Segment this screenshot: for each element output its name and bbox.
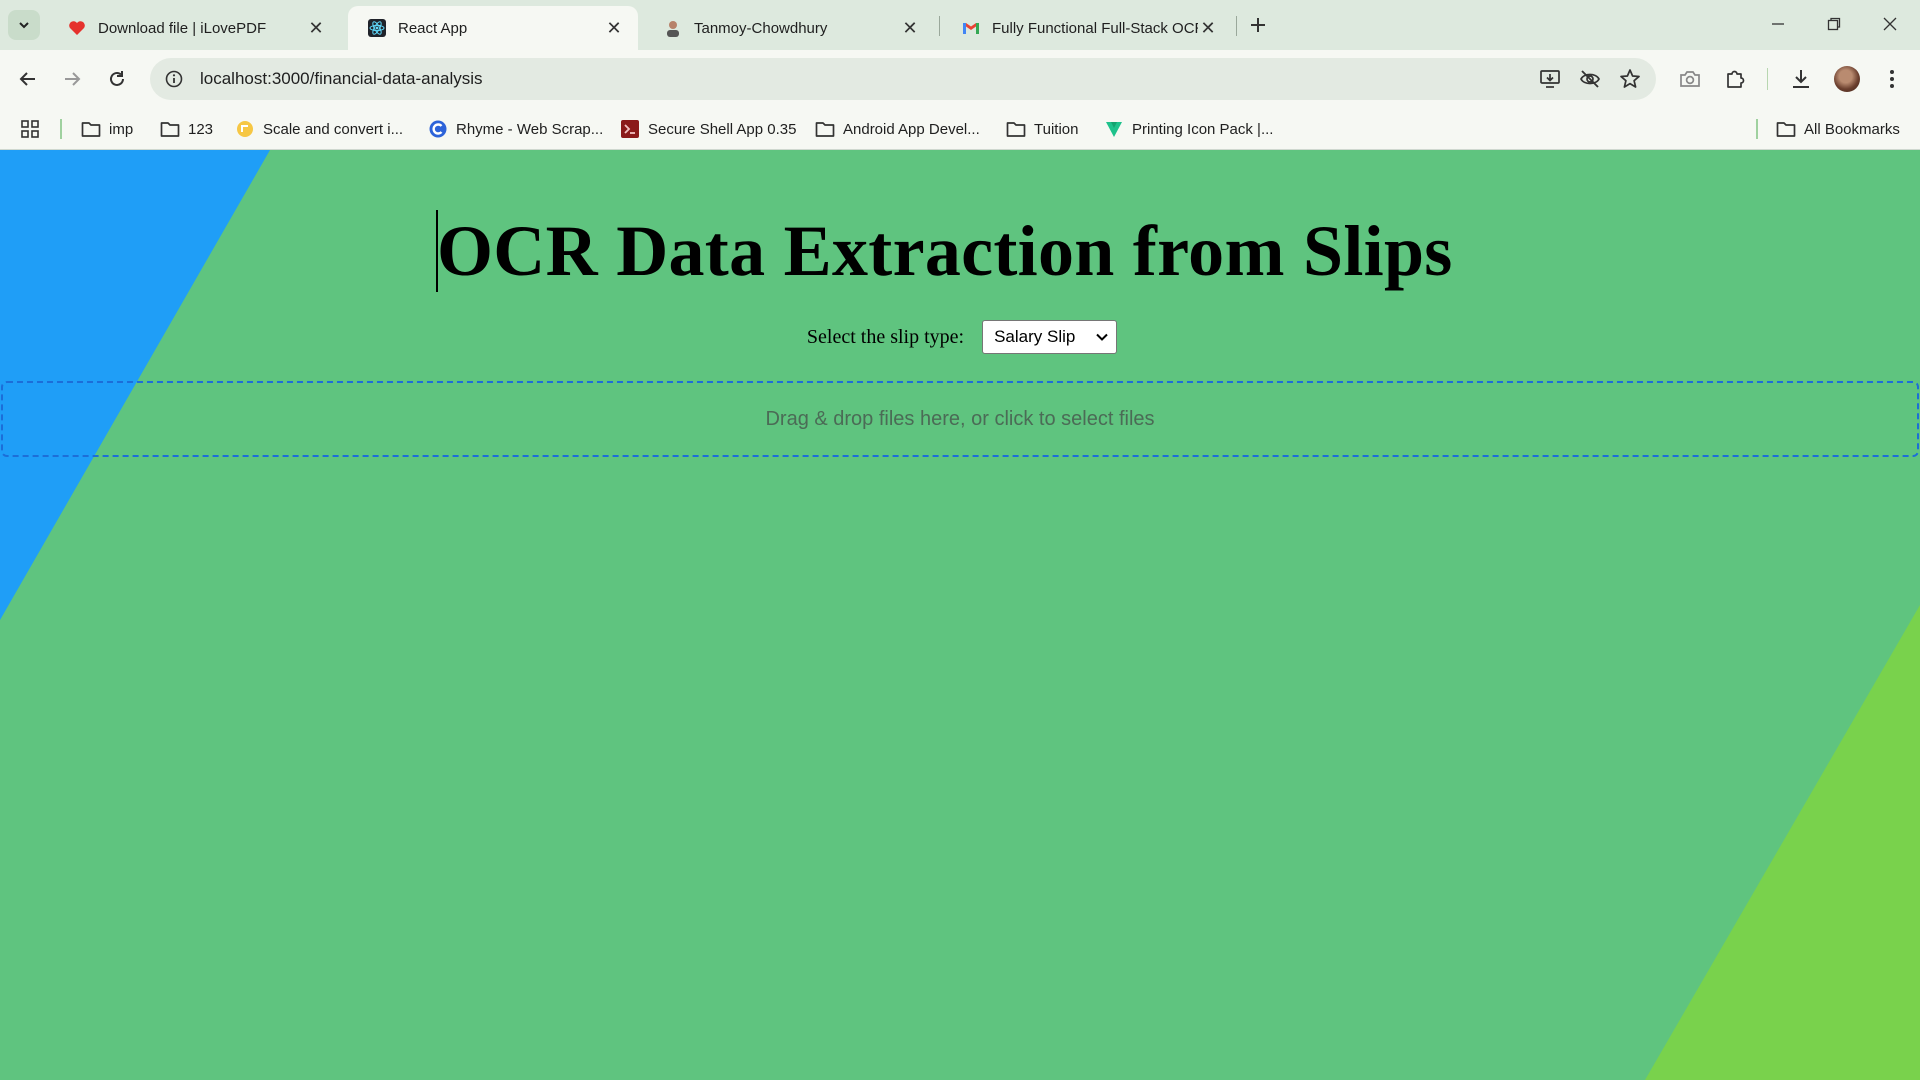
- forward-button[interactable]: [56, 63, 88, 95]
- tab-separator: [1236, 16, 1237, 36]
- star-icon[interactable]: [1618, 67, 1642, 91]
- chevron-down-icon: [19, 22, 29, 29]
- camera-button[interactable]: [1674, 63, 1706, 95]
- puzzle-icon: [1727, 70, 1745, 88]
- heart-icon: [68, 19, 86, 37]
- tab-separator: [939, 16, 940, 36]
- bookmark-label: Android App Devel...: [843, 120, 980, 138]
- kebab-menu-icon: [1890, 70, 1894, 88]
- extensions-button[interactable]: [1719, 63, 1751, 95]
- back-button[interactable]: [12, 63, 44, 95]
- navigation-toolbar: localhost:3000/financial-data-analysis: [0, 50, 1920, 108]
- profile-avatar[interactable]: [1834, 66, 1860, 92]
- url-text[interactable]: localhost:3000/financial-data-analysis: [200, 69, 483, 89]
- bookmark-separator: [60, 119, 62, 139]
- close-icon[interactable]: ✕: [604, 18, 624, 38]
- react-icon: [368, 19, 386, 37]
- minimize-button[interactable]: [1750, 8, 1806, 40]
- arrow-left-icon: [19, 72, 35, 86]
- terminal-icon: [620, 119, 640, 139]
- restore-icon: [1827, 17, 1841, 31]
- folder-icon: [815, 119, 835, 139]
- all-bookmarks-button[interactable]: All Bookmarks: [1776, 117, 1900, 141]
- tab-react-app[interactable]: React App ✕: [348, 6, 638, 50]
- folder-icon: [1776, 119, 1796, 139]
- menu-button[interactable]: [1876, 63, 1908, 95]
- tab-title: Tanmoy-Chowdhury: [694, 19, 828, 37]
- avatar-icon: [664, 19, 682, 37]
- chevron-down-icon: [1096, 333, 1108, 341]
- scale-icon: [235, 119, 255, 139]
- folder-icon: [81, 119, 101, 139]
- apps-button[interactable]: [20, 117, 48, 141]
- tab-ilovepdf[interactable]: Download file | iLovePDF ✕: [48, 6, 340, 50]
- bookmark-label: Scale and convert i...: [263, 120, 404, 138]
- plus-icon: [1251, 18, 1265, 32]
- tab-title: Download file | iLovePDF: [98, 19, 267, 37]
- tab-title: Fully Functional Full-Stack OCR: [992, 19, 1198, 37]
- bookmark-label: Rhyme - Web Scrap...: [456, 120, 604, 138]
- close-window-button[interactable]: [1862, 8, 1918, 40]
- tab-search-button[interactable]: [8, 10, 40, 40]
- close-icon[interactable]: ✕: [1198, 18, 1218, 38]
- page-content: OCR Data Extraction from Slips Select th…: [0, 150, 1920, 1080]
- close-icon[interactable]: ✕: [900, 18, 920, 38]
- address-bar[interactable]: localhost:3000/financial-data-analysis: [150, 58, 1656, 100]
- close-icon[interactable]: ✕: [306, 18, 326, 38]
- all-bookmarks-label: All Bookmarks: [1804, 120, 1900, 138]
- tab-tanmoy-chowdhury[interactable]: Tanmoy-Chowdhury ✕: [644, 6, 934, 50]
- download-icon: [1793, 70, 1809, 88]
- eye-off-icon[interactable]: [1578, 67, 1602, 91]
- bookmark-label: Secure Shell App 0.35: [648, 120, 797, 138]
- bookmark-printing-icon-pack[interactable]: Printing Icon Pack |...: [1104, 117, 1273, 141]
- arrow-right-icon: [65, 72, 81, 86]
- tab-title: React App: [398, 19, 468, 37]
- dropzone-text: Drag & drop files here, or click to sele…: [765, 407, 1155, 430]
- slip-type-row: Select the slip type: Salary Slip: [0, 320, 1920, 354]
- reload-button[interactable]: [101, 63, 133, 95]
- page-title: OCR Data Extraction from Slips: [437, 211, 1453, 291]
- bookmark-label: Printing Icon Pack |...: [1132, 120, 1274, 138]
- bookmark-secure-shell[interactable]: Secure Shell App 0.35: [620, 117, 796, 141]
- downloads-button[interactable]: [1785, 63, 1817, 95]
- gmail-icon: [962, 19, 980, 37]
- toolbar-separator: [1767, 68, 1768, 90]
- install-app-icon[interactable]: [1538, 67, 1562, 91]
- slip-type-value: Salary Slip: [994, 327, 1076, 346]
- folder-icon: [1006, 119, 1026, 139]
- rhyme-icon: [428, 119, 448, 139]
- bookmark-label: Tuition: [1034, 120, 1079, 138]
- bookmark-scale-convert[interactable]: Scale and convert i...: [235, 117, 403, 141]
- file-dropzone[interactable]: Drag & drop files here, or click to sele…: [1, 381, 1919, 457]
- bookmark-label: imp: [109, 120, 134, 138]
- bookmark-folder-123[interactable]: 123: [160, 117, 213, 141]
- reload-icon: [110, 71, 124, 86]
- bookmark-rhyme[interactable]: Rhyme - Web Scrap...: [428, 117, 603, 141]
- bookmark-folder-tuition[interactable]: Tuition: [1006, 117, 1078, 141]
- bookmark-folder-imp[interactable]: imp: [81, 117, 133, 141]
- apps-grid-icon: [20, 119, 40, 139]
- folder-icon: [160, 119, 180, 139]
- restore-button[interactable]: [1806, 8, 1862, 40]
- bookmark-label: 123: [188, 120, 214, 138]
- camera-icon: [1680, 71, 1700, 87]
- new-tab-button[interactable]: [1244, 11, 1272, 39]
- minimize-icon: [1772, 23, 1784, 25]
- close-icon: [1883, 17, 1897, 31]
- tab-gmail[interactable]: Fully Functional Full-Stack OCR ✕: [942, 6, 1232, 50]
- bookmarks-bar: imp 123 Scale and convert i... Rhyme - W…: [0, 108, 1920, 150]
- site-info-icon[interactable]: [162, 67, 186, 91]
- tab-strip: Download file | iLovePDF ✕ React App ✕ T…: [0, 0, 1920, 50]
- vuetify-icon: [1104, 119, 1124, 139]
- slip-type-select[interactable]: Salary Slip: [982, 320, 1118, 354]
- slip-type-label: Select the slip type:: [806, 325, 965, 348]
- bookmark-separator: [1756, 119, 1758, 139]
- bookmark-folder-android[interactable]: Android App Devel...: [815, 117, 980, 141]
